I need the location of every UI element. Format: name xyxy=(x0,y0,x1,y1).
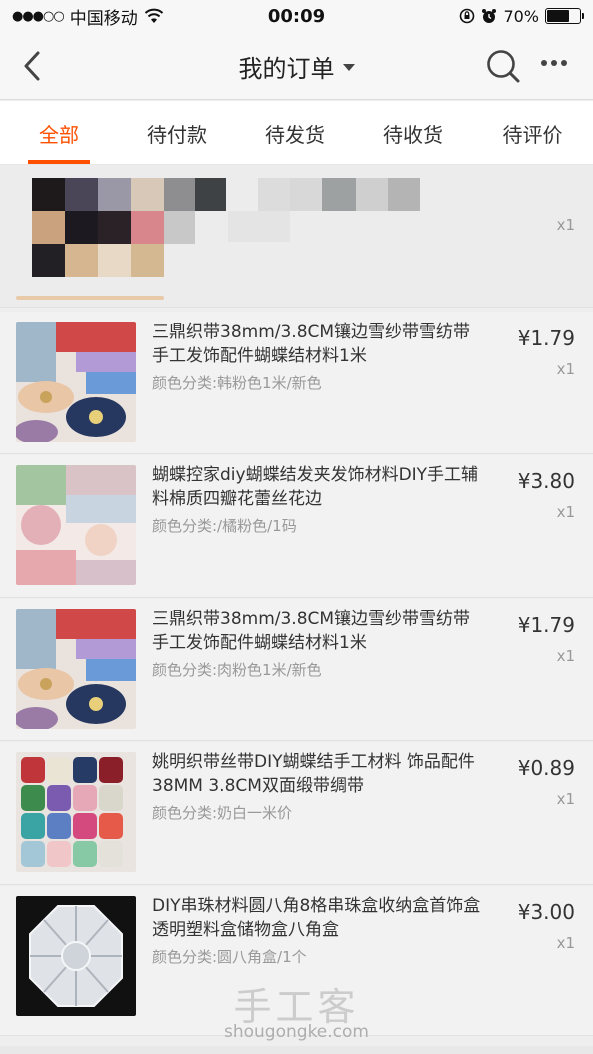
product-title: 蝴蝶控家diy蝴蝶结发夹发饰材料DIY手工辅料棉质四瓣花蕾丝花边 xyxy=(152,465,479,509)
status-left: ●●●○○ 中国移动 xyxy=(12,4,212,29)
wifi-icon xyxy=(144,8,163,23)
item-quantity: x1 xyxy=(556,360,575,378)
product-sku: 颜色分类:韩粉色1米/新色 xyxy=(152,374,322,392)
product-sku: 颜色分类:圆八角盒/1个 xyxy=(152,948,307,966)
status-bar: ●●●○○ 中国移动 00:09 70% xyxy=(0,0,593,32)
product-thumbnail xyxy=(16,465,136,585)
order-item[interactable]: 姚明织带丝带DIY蝴蝶结手工材料 饰品配件38MM 3.8CM双面缎带绸带 颜色… xyxy=(0,742,593,885)
status-time: 00:09 xyxy=(267,5,326,27)
item-quantity: x1 xyxy=(556,790,575,808)
product-thumbnail xyxy=(16,752,136,872)
item-quantity: x1 xyxy=(556,503,575,521)
product-price: ¥3.00 xyxy=(517,900,575,924)
item-quantity: x1 xyxy=(556,934,575,952)
rotation-lock-icon xyxy=(460,8,475,24)
product-sku: 颜色分类:奶白一米价 xyxy=(152,804,293,822)
order-tabs: 全部 待付款 待发货 待收货 待评价 xyxy=(0,101,593,165)
order-item[interactable]: 三鼎织带38mm/3.8CM镶边雪纱带雪纺带 手工发饰配件蝴蝶结材料1米 颜色分… xyxy=(0,599,593,741)
alarm-icon xyxy=(482,9,497,23)
product-thumbnail xyxy=(16,609,136,729)
status-right: 70% xyxy=(381,6,584,26)
product-title: 姚明织带丝带DIY蝴蝶结手工材料 饰品配件38MM 3.8CM双面缎带绸带 xyxy=(152,752,475,796)
caret-down-icon xyxy=(342,63,355,71)
redacted-bar xyxy=(16,296,164,300)
product-price: ¥0.89 xyxy=(517,756,575,780)
item-quantity: x1 xyxy=(556,647,575,665)
order-summary-strip xyxy=(0,1046,593,1054)
tab-all[interactable]: 全部 xyxy=(0,101,118,165)
product-price: ¥1.79 xyxy=(517,326,575,350)
battery-icon xyxy=(545,8,584,24)
product-sku: 颜色分类:肉粉色1米/新色 xyxy=(152,661,322,679)
order-item[interactable]: 三鼎织带38mm/3.8CM镶边雪纱带雪纺带 手工发饰配件蝴蝶结材料1米 颜色分… xyxy=(0,312,593,454)
more-icon[interactable] xyxy=(541,60,567,66)
order-item[interactable]: 蝴蝶控家diy蝴蝶结发夹发饰材料DIY手工辅料棉质四瓣花蕾丝花边 颜色分类:/橘… xyxy=(0,455,593,598)
nav-bar: 我的订单 xyxy=(0,32,593,100)
product-title: DIY串珠材料圆八角8格串珠盒收纳盒首饰盒透明塑料盒储物盒八角盒 xyxy=(152,896,481,940)
product-sku: 颜色分类:/橘粉色/1码 xyxy=(152,517,297,535)
watermark-url: shougongke.com xyxy=(224,1022,369,1042)
battery-fill xyxy=(547,10,570,22)
tab-pending-shipment[interactable]: 待发货 xyxy=(236,101,354,165)
active-tab-indicator xyxy=(28,160,90,164)
product-title: 三鼎织带38mm/3.8CM镶边雪纱带雪纺带 手工发饰配件蝴蝶结材料1米 xyxy=(152,609,471,653)
tab-pending-receipt[interactable]: 待收货 xyxy=(354,101,472,165)
product-thumbnail xyxy=(16,322,136,442)
tab-pending-review[interactable]: 待评价 xyxy=(472,101,593,165)
product-title: 三鼎织带38mm/3.8CM镶边雪纱带雪纺带 手工发饰配件蝴蝶结材料1米 xyxy=(152,322,471,366)
product-price: ¥1.79 xyxy=(517,613,575,637)
tab-pending-payment[interactable]: 待付款 xyxy=(118,101,236,165)
search-icon[interactable] xyxy=(485,48,521,84)
product-price: ¥3.80 xyxy=(517,469,575,493)
page-title: 我的订单 xyxy=(238,54,335,83)
signal-icon: ●●●○○ xyxy=(12,8,65,24)
battery-percent: 70% xyxy=(503,6,539,26)
item-quantity: x1 xyxy=(556,216,575,234)
carrier-label: 中国移动 xyxy=(69,8,138,29)
order-item-redacted[interactable]: x1 xyxy=(0,166,593,308)
